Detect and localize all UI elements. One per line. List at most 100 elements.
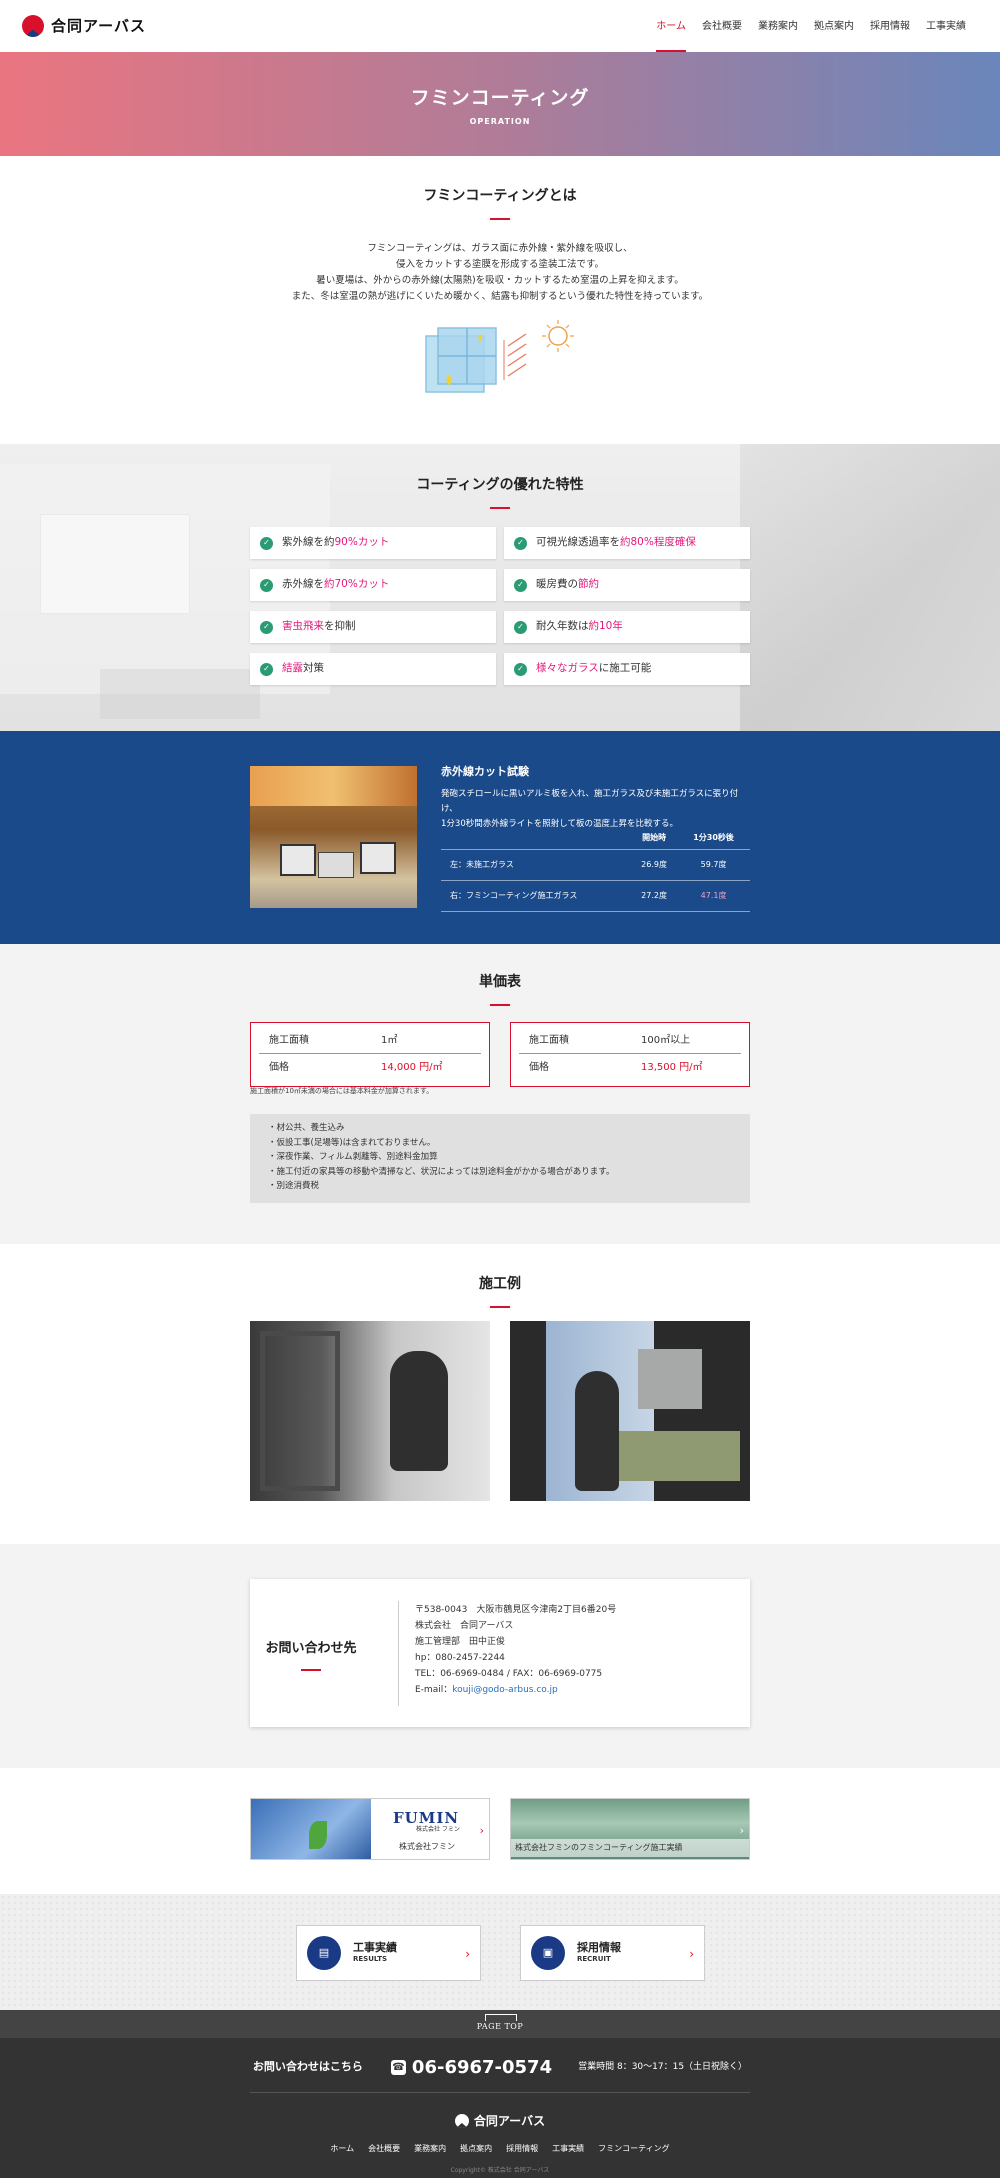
footer-nav-item[interactable]: 採用情報	[506, 2143, 538, 2155]
chevron-right-icon: ›	[479, 1824, 484, 1837]
footer-nav-item[interactable]: フミンコーティング	[598, 2143, 670, 2155]
price-row: 価格 13,500 円/㎡	[519, 1054, 741, 1081]
page-top-button[interactable]: PAGE TOP	[0, 2010, 1000, 2038]
feature-highlight: 害虫飛来	[282, 620, 324, 633]
leaf-icon	[309, 1821, 327, 1849]
feature-text: 暖房費の	[536, 578, 578, 591]
about-title: フミンコーティングとは	[0, 186, 1000, 220]
feature-highlight: 節約	[578, 578, 599, 591]
feature-item: ✓ 赤外線を 約70%カット	[250, 569, 496, 601]
price-value: 14,000 円/㎡	[381, 1062, 443, 1073]
feature-text: に施工可能	[598, 662, 652, 675]
contact-line: 〒538-0043 大阪市鶴見区今津南2丁目6番20号	[415, 1605, 617, 1615]
nav-item-company[interactable]: 会社概要	[694, 0, 750, 52]
footer-nav-item[interactable]: 業務案内	[414, 2143, 446, 2155]
footer-nav-item[interactable]: 会社概要	[368, 2143, 400, 2155]
table-cell-label: 右：フミンコーティング施工ガラス	[441, 880, 631, 912]
price-label: 施工面積	[269, 1034, 309, 1046]
coating-results-banner[interactable]: 株式会社フミンのフミンコーティング施工実績 ›	[510, 1798, 750, 1860]
feature-item: ✓ 害虫飛来 を抑制	[250, 611, 496, 643]
thermometer-left	[280, 844, 316, 876]
about-section: フミンコーティングとは フミンコーティングは、ガラス面に赤外線・紫外線を吸収し、…	[0, 156, 1000, 444]
nav-item-recruit[interactable]: 採用情報	[862, 0, 918, 52]
footer-contact-bar: お問い合わせはこちら ☎ 06-6967-0574 営業時間 8：30〜17：1…	[0, 2054, 1000, 2081]
quick-links-section: ▤ 工事実績 RESULTS › ▣ 採用情報 RECRUIT ›	[0, 1894, 1000, 2010]
hero-banner: フミンコーティング OPERATION	[0, 52, 1000, 156]
footer-phone-number[interactable]: 06-6967-0574	[412, 2054, 552, 2081]
window-frame	[260, 1331, 340, 1491]
condition-item: ・深夜作業、フィルム剥離等、別途料金加算	[268, 1152, 438, 1162]
feature-highlight: 様々なガラス	[536, 662, 599, 675]
site-logo[interactable]: 合同アーバス	[22, 15, 146, 38]
table-header: 開始時	[631, 827, 678, 850]
examples-title: 施工例	[0, 1274, 1000, 1308]
copyright: Copyright© 株式会社 合同アーバス	[450, 2167, 550, 2174]
feature-highlight: 結露	[282, 662, 303, 675]
price-title: 単価表	[0, 972, 1000, 1006]
feature-text: 赤外線を	[282, 578, 324, 591]
feature-text: 耐久年数は	[536, 620, 589, 633]
features-section: コーティングの優れた特性 ✓ 紫外線を約 90%カット ✓ 可視光線透過率を 約80%程…	[0, 444, 1000, 731]
site-footer: お問い合わせはこちら ☎ 06-6967-0574 営業時間 8：30〜17：1…	[0, 2038, 1000, 2178]
divider	[250, 2092, 750, 2093]
id-card-icon: ▣	[531, 1936, 565, 1970]
page-subtitle: OPERATION	[469, 116, 531, 126]
table-row: 左：未施工ガラス 26.9度 59.7度	[441, 849, 750, 881]
check-icon: ✓	[514, 662, 527, 676]
link-text: 工事実績 RESULTS	[353, 1941, 397, 1965]
chevron-right-icon: ›	[739, 1824, 744, 1837]
check-icon: ✓	[514, 578, 527, 592]
feature-item: ✓ 紫外線を約 90%カット	[250, 527, 496, 559]
table-cell: 59.7度	[677, 849, 750, 881]
recruit-link-button[interactable]: ▣ 採用情報 RECRUIT ›	[520, 1925, 705, 1981]
banner-image	[251, 1799, 371, 1859]
feature-item: ✓ 暖房費の 節約	[504, 569, 750, 601]
results-link-button[interactable]: ▤ 工事実績 RESULTS ›	[296, 1925, 481, 1981]
banners-section: FUMIN 株式会社 フミン 株式会社フミン › 株式会社フミンのフミンコーティ…	[0, 1768, 1000, 1894]
logo-mark-icon	[22, 15, 44, 37]
price-label: 施工面積	[529, 1034, 569, 1046]
feature-item: ✓ 可視光線透過率を 約80%程度確保	[504, 527, 750, 559]
contact-card: お問い合わせ先 〒538-0043 大阪市鶴見区今津南2丁目6番20号 株式会社…	[250, 1579, 750, 1727]
features-title: コーティングの優れた特性	[0, 475, 1000, 509]
about-line: また、冬は室温の熱が逃げにくいため暖かく、結露も抑制するという優れた特性を持って…	[291, 291, 709, 302]
test-photo	[250, 766, 417, 908]
table-header	[441, 827, 631, 850]
table-cell: 27.2度	[631, 880, 678, 912]
nav-item-results[interactable]: 工事実績	[918, 0, 974, 52]
price-label: 価格	[269, 1062, 289, 1073]
banner-caption: 株式会社フミン	[399, 1842, 455, 1851]
infrared-test-section: 赤外線カット試験 発砲スチロールに黒いアルミ板を入れ、施工ガラス及び未施工ガラス…	[0, 731, 1000, 944]
nav-item-locations[interactable]: 拠点案内	[806, 0, 862, 52]
worker-figure	[390, 1351, 448, 1471]
footer-logo[interactable]: 合同アーバス	[0, 2112, 1000, 2130]
feature-highlight: 90%カット	[334, 536, 390, 549]
features-grid: ✓ 紫外線を約 90%カット ✓ 可視光線透過率を 約80%程度確保 ✓ 赤外線を 約70%…	[250, 527, 750, 685]
contact-info: 〒538-0043 大阪市鶴見区今津南2丁目6番20号 株式会社 合同アーバス …	[415, 1602, 616, 1698]
footer-nav-item[interactable]: 拠点案内	[460, 2143, 492, 2155]
price-row: 施工面積 1㎡	[259, 1027, 481, 1054]
worker-figure	[575, 1371, 619, 1491]
nav-item-business[interactable]: 業務案内	[750, 0, 806, 52]
price-value: 1㎡	[381, 1034, 398, 1046]
feature-highlight: 約10年	[588, 620, 623, 633]
about-line: 暑い夏場は、外からの赤外線(太陽熱)を吸収・カットするため室温の上昇を抑えます。	[316, 275, 684, 286]
feature-text: を抑制	[324, 620, 356, 633]
price-box: 施工面積 1㎡ 価格 14,000 円/㎡	[250, 1022, 490, 1087]
email-link[interactable]: kouji@godo-arbus.co.jp	[452, 1685, 558, 1695]
about-text: フミンコーティングは、ガラス面に赤外線・紫外線を吸収し、 侵入をカットする塗膜を…	[0, 241, 1000, 305]
nav-item-home[interactable]: ホーム	[648, 0, 694, 52]
footer-nav-item[interactable]: ホーム	[330, 2143, 354, 2155]
check-icon: ✓	[260, 578, 273, 592]
feature-text: 可視光線透過率を	[536, 536, 620, 549]
footer-nav-item[interactable]: 工事実績	[552, 2143, 584, 2155]
test-description: 発砲スチロールに黒いアルミ板を入れ、施工ガラス及び未施工ガラスに張り付け、 1分…	[441, 787, 751, 832]
contact-title: お問い合わせ先	[250, 1639, 372, 1671]
fumin-banner[interactable]: FUMIN 株式会社 フミン 株式会社フミン ›	[250, 1798, 490, 1860]
email-label: E-mail：	[415, 1685, 453, 1695]
contact-line: 株式会社 合同アーバス	[415, 1621, 514, 1631]
link-subtitle: RECRUIT	[577, 1955, 611, 1964]
window-sun-illustration	[425, 320, 574, 393]
feature-item: ✓ 結露 対策	[250, 653, 496, 685]
price-conditions: ・材公共、養生込み ・仮設工事(足場等)は含まれておりません。 ・深夜作業、フィ…	[250, 1114, 750, 1203]
